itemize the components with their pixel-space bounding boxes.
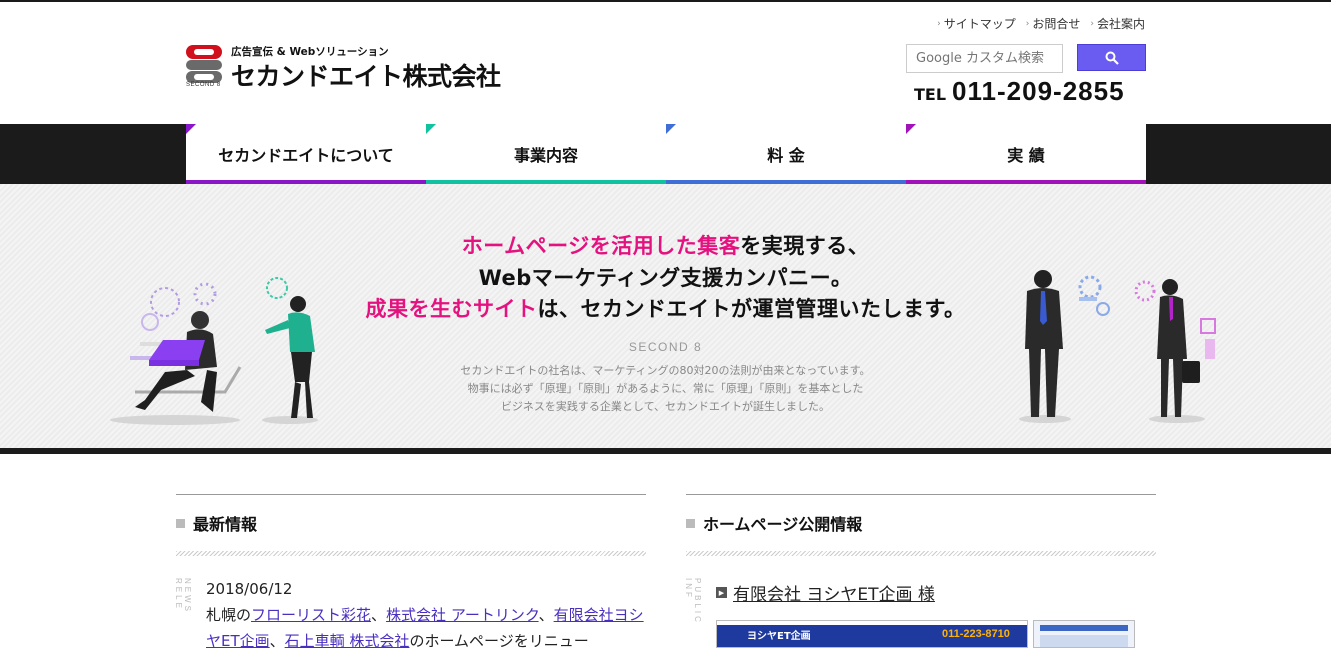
company-logo[interactable]: SECOND 8 広告宣伝 & Webソリューション セカンドエイト株式会社 (185, 44, 515, 92)
news-entry: 2018/06/12 札幌のフローリスト彩花、株式会社 アートリンク、有限会社ヨ… (206, 576, 646, 654)
news-section: 最新情報 (176, 494, 646, 556)
chevron-right-icon: › (1090, 19, 1094, 29)
logo-company-name: セカンドエイト株式会社 (231, 57, 501, 93)
global-nav-bar: セカンドエイトについて 事業内容 料 金 実 績 (0, 124, 1331, 184)
site-header: SECOND 8 広告宣伝 & Webソリューション セカンドエイト株式会社 ›… (0, 2, 1331, 124)
nav-item-about[interactable]: セカンドエイトについて (186, 124, 426, 184)
news-side-label: NEWS RELE (174, 578, 192, 648)
hero-bottom-border (0, 448, 1331, 454)
public-side-label: PUBLIC INF (684, 578, 702, 648)
search-button[interactable] (1077, 44, 1146, 71)
section-rule (176, 494, 646, 495)
square-bullet-icon (686, 519, 695, 528)
utility-link-sitemap[interactable]: ›サイトマップ (937, 15, 1016, 32)
phone-number: TEL 011-209-2855 (914, 76, 1125, 107)
section-divider (176, 551, 646, 556)
logo-mark-text: SECOND 8 (186, 82, 221, 88)
site-thumbnail-sub[interactable] (1033, 620, 1135, 648)
business-people-illustration-right (1005, 269, 1230, 429)
utility-links: ›サイトマップ ›お問合せ ›会社案内 (937, 15, 1145, 32)
nav-item-pricing[interactable]: 料 金 (666, 124, 906, 184)
nav-item-works[interactable]: 実 績 (906, 124, 1146, 184)
square-bullet-icon (176, 519, 185, 528)
nav-item-services[interactable]: 事業内容 (426, 124, 666, 184)
logo-mark-icon (185, 44, 223, 84)
hero-banner: ホームページを活用した集客を実現する、 Webマーケティング支援カンパニー。 成… (0, 184, 1331, 448)
news-link-artlink[interactable]: 株式会社 アートリンク (386, 606, 539, 624)
public-section-title: ホームページ公開情報 (686, 513, 1156, 533)
thumbnail-title: ヨシヤET企画 (747, 627, 811, 642)
news-text: 札幌のフローリスト彩花、株式会社 アートリンク、有限会社ヨシヤET企画、石上車輌… (206, 602, 646, 654)
arrow-right-icon: ▶ (716, 587, 727, 598)
global-nav: セカンドエイトについて 事業内容 料 金 実 績 (186, 124, 1146, 184)
section-divider (686, 551, 1156, 556)
chevron-right-icon: › (1026, 19, 1030, 29)
chevron-right-icon: › (937, 19, 941, 29)
utility-link-company[interactable]: ›会社案内 (1090, 15, 1145, 32)
search-input[interactable] (906, 44, 1063, 73)
section-rule (686, 494, 1156, 495)
utility-link-contact[interactable]: ›お問合せ (1026, 15, 1081, 32)
thumbnail-phone: 011-223-8710 (942, 628, 1010, 640)
public-item-link[interactable]: 有限会社 ヨシヤET企画 様 (733, 580, 935, 605)
tel-label: TEL (914, 85, 946, 104)
news-section-title: 最新情報 (176, 513, 646, 533)
search-icon (1105, 51, 1119, 65)
tel-number: 011-209-2855 (952, 76, 1124, 107)
business-people-illustration-left (105, 272, 335, 427)
news-link-florist[interactable]: フローリスト彩花 (251, 606, 371, 624)
public-section: ホームページ公開情報 (686, 494, 1156, 556)
public-item-title: ▶ 有限会社 ヨシヤET企画 様 (716, 580, 935, 605)
hero-headline-1: ホームページを活用した集客を実現する、 (0, 230, 1331, 260)
site-thumbnail-main[interactable]: ヨシヤET企画 011-223-8710 (716, 620, 1028, 648)
news-link-ishigami[interactable]: 石上車輌 株式会社 (285, 632, 410, 650)
site-search (906, 44, 1146, 73)
news-date: 2018/06/12 (206, 576, 646, 602)
